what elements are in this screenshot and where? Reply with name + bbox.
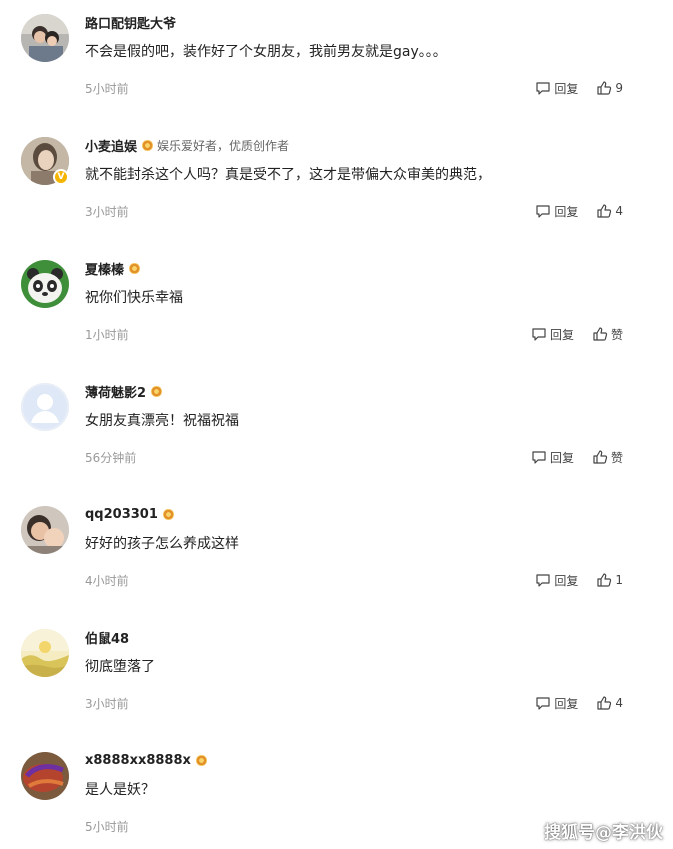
like-button[interactable]: 赞 xyxy=(592,449,623,466)
reply-label: 回复 xyxy=(554,81,579,96)
reply-label: 回复 xyxy=(549,450,574,465)
user-avatar[interactable] xyxy=(21,383,69,431)
comment-list: 路口配钥匙大爷 不会是假的吧，装作好了个女朋友，我前男友就是gay。。。 5小时… xyxy=(0,0,673,849)
reply-button[interactable]: 回复 xyxy=(535,203,578,220)
medal-icon xyxy=(142,139,154,151)
reply-label: 回复 xyxy=(554,204,579,219)
like-button[interactable]: 1 xyxy=(596,572,623,588)
thumbs-up-icon xyxy=(597,204,612,218)
comment-actions: 回复 9 xyxy=(535,78,623,98)
comment-time: 5小时前 xyxy=(85,82,129,96)
author-name[interactable]: qq203301 xyxy=(85,507,158,522)
thumbs-up-icon xyxy=(593,327,608,341)
comment-item: 伯鼠48 彻底堕落了 3小时前 回复 4 xyxy=(0,615,673,738)
like-count: 9 xyxy=(615,81,623,95)
like-count: 赞 xyxy=(610,450,623,465)
thumbs-up-icon xyxy=(597,81,612,95)
author-row: x8888xx8888x xyxy=(85,750,207,770)
thumbs-up-icon xyxy=(597,573,612,587)
like-count: 4 xyxy=(615,204,623,218)
comment-text: 是人是妖？ xyxy=(85,782,155,798)
reply-icon xyxy=(532,451,546,464)
reply-icon xyxy=(532,328,546,341)
comment-item: qq203301 好好的孩子怎么养成这样 4小时前 回复 1 xyxy=(0,492,673,615)
author-name[interactable]: 小麦追娱 xyxy=(85,136,137,155)
reply-icon xyxy=(536,697,550,710)
reply-button[interactable]: 回复 xyxy=(531,326,574,343)
avatar-food-icon xyxy=(21,752,69,800)
reply-button[interactable]: 回复 xyxy=(535,572,578,589)
medal-icon xyxy=(129,262,141,274)
thumbs-up-icon xyxy=(597,696,612,710)
like-count: 4 xyxy=(615,696,623,710)
comment-text: 彻底堕落了 xyxy=(85,659,155,675)
comment-text: 不会是假的吧，装作好了个女朋友，我前男友就是gay。。。 xyxy=(85,44,447,60)
author-row: 夏榛榛 xyxy=(85,258,141,278)
reply-button[interactable]: 回复 xyxy=(535,695,578,712)
avatar-photo-couple-icon xyxy=(21,14,69,62)
comment-actions: 回复 赞 xyxy=(531,324,623,344)
like-button[interactable]: 赞 xyxy=(592,326,623,343)
comment-time: 1小时前 xyxy=(85,328,129,342)
medal-icon xyxy=(162,508,174,520)
author-row: 小麦追娱 娱乐爱好者，优质创作者 xyxy=(85,135,289,155)
reply-label: 回复 xyxy=(554,696,579,711)
author-tag: 娱乐爱好者，优质创作者 xyxy=(157,138,290,153)
reply-icon xyxy=(536,82,550,95)
like-button[interactable]: 4 xyxy=(596,203,623,219)
comment-item: 路口配钥匙大爷 不会是假的吧，装作好了个女朋友，我前男友就是gay。。。 5小时… xyxy=(0,0,673,123)
comment-text: 祝你们快乐幸福 xyxy=(85,290,183,306)
comment-actions: 回复 4 xyxy=(535,693,623,713)
comment-text: 就不能封杀这个人吗？真是受不了，这才是带偏大众审美的典范， xyxy=(85,167,491,183)
medal-icon xyxy=(195,754,207,766)
author-row: 薄荷魅影2 xyxy=(85,381,163,401)
author-row: 伯鼠48 xyxy=(85,627,129,647)
like-count: 1 xyxy=(615,573,623,587)
user-avatar[interactable] xyxy=(21,752,69,800)
author-row: qq203301 xyxy=(85,504,174,524)
user-avatar[interactable] xyxy=(21,506,69,554)
comment-time: 56分钟前 xyxy=(85,451,137,465)
reply-button[interactable]: 回复 xyxy=(531,449,574,466)
user-avatar[interactable] xyxy=(21,629,69,677)
comment-time: 5小时前 xyxy=(85,820,129,834)
author-name[interactable]: x8888xx8888x xyxy=(85,753,191,768)
author-name[interactable]: 路口配钥匙大爷 xyxy=(85,13,176,32)
comment-actions: 回复 赞 xyxy=(531,447,623,467)
comment-time: 4小时前 xyxy=(85,574,129,588)
comment-actions: 回复 4 xyxy=(535,201,623,221)
comment-time: 3小时前 xyxy=(85,697,129,711)
reply-label: 回复 xyxy=(554,573,579,588)
comment-item: V 小麦追娱 娱乐爱好者，优质创作者 就不能封杀这个人吗？真是受不了，这才是带偏… xyxy=(0,123,673,246)
comment-actions: 回复 1 xyxy=(535,570,623,590)
author-row: 路口配钥匙大爷 xyxy=(85,12,176,32)
comment-text: 好好的孩子怎么养成这样 xyxy=(85,536,239,552)
reply-icon xyxy=(536,205,550,218)
like-button[interactable]: 9 xyxy=(596,80,623,96)
user-avatar[interactable] xyxy=(21,14,69,62)
thumbs-up-icon xyxy=(593,450,608,464)
watermark: 搜狐号@李洪伙 xyxy=(544,823,663,843)
comment-time: 3小时前 xyxy=(85,205,129,219)
comment-text: 女朋友真漂亮！祝福祝福 xyxy=(85,413,239,429)
medal-icon xyxy=(151,385,163,397)
user-avatar[interactable] xyxy=(21,260,69,308)
avatar-default-icon xyxy=(21,383,69,431)
reply-button[interactable]: 回复 xyxy=(535,80,578,97)
comment-item: 夏榛榛 祝你们快乐幸福 1小时前 回复 赞 xyxy=(0,246,673,369)
avatar-landscape-icon xyxy=(21,629,69,677)
reply-label: 回复 xyxy=(549,327,574,342)
verified-badge-icon: V xyxy=(53,169,69,185)
comment-item: 薄荷魅影2 女朋友真漂亮！祝福祝福 56分钟前 回复 赞 xyxy=(0,369,673,492)
like-count: 赞 xyxy=(610,327,623,342)
author-name[interactable]: 薄荷魅影2 xyxy=(85,382,146,401)
like-button[interactable]: 4 xyxy=(596,695,623,711)
avatar-photo-baby-icon xyxy=(21,506,69,554)
reply-icon xyxy=(536,574,550,587)
author-name[interactable]: 伯鼠48 xyxy=(85,628,129,647)
author-name[interactable]: 夏榛榛 xyxy=(85,259,124,278)
avatar-panda-icon xyxy=(21,260,69,308)
